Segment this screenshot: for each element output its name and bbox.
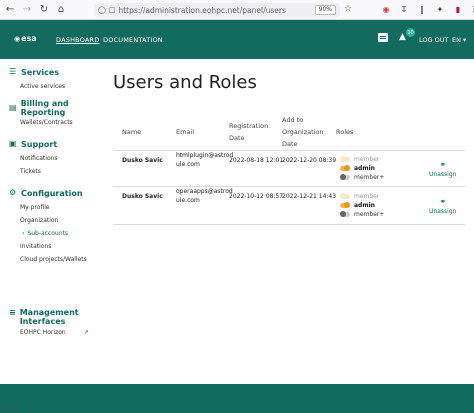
sidebar-heading: ⚙ Configuration xyxy=(9,188,83,198)
sidebar-section-billing: ▤ Billing and Reporting Wallets/Contracts xyxy=(6,99,103,129)
user-email: operaapps@astrod ule.com xyxy=(176,188,233,204)
col-header-name: Name xyxy=(122,128,142,136)
toggle-switch[interactable] xyxy=(340,193,350,199)
url-text: https://administration.eohpc.net/panel/u… xyxy=(118,5,286,15)
support-icon: ▣ xyxy=(9,139,17,148)
sidebar-item-notifications[interactable]: Notifications xyxy=(6,152,103,165)
pocket-icon[interactable]: ◉ xyxy=(380,3,392,15)
sidebar-section-support: ▣ Support Notifications Tickets xyxy=(6,136,103,178)
version-label: v 1.15.2 xyxy=(1,405,18,410)
app-header: ◉ esa DASHBOARD DOCUMENTATION ▲ 10 LOG O… xyxy=(0,20,474,59)
unassign-button[interactable]: ⚭ Unassign xyxy=(429,197,456,215)
divider xyxy=(113,224,465,225)
sidebar-item-cloud-projects[interactable]: Cloud projects/Wallets xyxy=(6,253,103,266)
reload-icon[interactable]: ↻ xyxy=(37,3,51,17)
sidebar-item-invitations[interactable]: Invitations xyxy=(6,240,103,253)
added-date: 2022-12-20 08:39 xyxy=(282,157,337,164)
shield-icon: ◯ xyxy=(98,6,106,14)
sidebar-item-my-profile[interactable]: My profile xyxy=(6,201,103,214)
unassign-button[interactable]: ⚭ Unassign xyxy=(429,160,456,178)
toolbar-right: ◉ ↧ ‖ ✦ ▮ ☰ xyxy=(380,3,474,15)
user-email: htmlplugin@astrod ule.com xyxy=(176,152,234,168)
role-toggle-member-plus[interactable]: member+ xyxy=(340,211,384,218)
toggle-switch[interactable] xyxy=(340,165,350,171)
sidebar-item-active-services[interactable]: Active services xyxy=(6,80,103,93)
sidebar-item-sub-accounts[interactable]: › Sub-accounts xyxy=(6,227,103,240)
divider xyxy=(113,150,465,151)
role-toggle-member-plus[interactable]: member+ xyxy=(340,174,384,181)
gear-icon: ⚙ xyxy=(9,188,17,197)
library-icon[interactable]: ‖ xyxy=(416,3,428,15)
role-toggle-member[interactable]: member xyxy=(340,156,379,163)
col-header-registration: Registration Date xyxy=(229,122,269,142)
esa-mark-icon: ◉ xyxy=(14,34,21,43)
sidebar-section-services: ☰ Services Active services xyxy=(6,64,103,93)
extensions-icon[interactable]: ✦ xyxy=(434,3,446,15)
unlink-icon: ⚭ xyxy=(439,160,447,169)
sidebar: ☰ Services Active services ▤ Billing and R… xyxy=(6,64,103,266)
role-toggle-admin[interactable]: admin xyxy=(340,202,375,209)
home-icon[interactable]: ⌂ xyxy=(54,3,68,17)
chevron-right-icon: › xyxy=(22,230,25,237)
sidebar-item-eohpc-horizon[interactable]: EOHPC Horizon ↗ xyxy=(6,326,103,339)
bookmark-star-icon[interactable]: ☆ xyxy=(344,4,352,14)
address-bar[interactable]: ◯ □ https://administration.eohpc.net/pan… xyxy=(94,3,340,17)
toggle-switch[interactable] xyxy=(340,202,350,208)
sidebar-heading: ☰ Services xyxy=(9,67,60,77)
sidebar-item-tickets[interactable]: Tickets xyxy=(6,165,103,178)
added-date: 2022-12-21 14:43 xyxy=(282,193,337,200)
chat-icon[interactable] xyxy=(378,33,388,42)
role-toggle-admin[interactable]: admin xyxy=(340,165,375,172)
download-icon[interactable]: ↧ xyxy=(398,3,410,15)
menu-icon[interactable]: ☰ xyxy=(470,3,474,15)
lock-icon: □ xyxy=(108,6,116,14)
footer xyxy=(0,384,474,413)
page-title: Users and Roles xyxy=(113,72,257,93)
toggle-switch[interactable] xyxy=(340,211,350,217)
language-select[interactable]: EN ▾ xyxy=(452,36,466,44)
sidebar-heading: ▤ Billing and Reporting xyxy=(9,99,69,117)
forward-icon[interactable]: → xyxy=(20,3,34,17)
user-name: Dusko Savic xyxy=(122,193,163,200)
registration-date: 2022-08-18 12:01 xyxy=(229,157,284,164)
chart-icon: ▤ xyxy=(9,103,17,112)
col-header-added: Add to Organization Date xyxy=(282,116,324,148)
sliders-icon: ≡ xyxy=(9,308,16,317)
sidebar-heading: ▣ Support xyxy=(9,139,58,149)
user-name: Dusko Savic xyxy=(122,157,163,164)
esa-logo[interactable]: ◉ esa xyxy=(14,34,37,43)
sidebar-item-organization[interactable]: Organization xyxy=(6,214,103,227)
sidebar-item-wallets-contracts[interactable]: Wallets/Contracts xyxy=(6,116,103,129)
services-icon: ☰ xyxy=(9,67,17,76)
sidebar-heading: ≡ Management Interfaces xyxy=(9,308,79,326)
sidebar-section-configuration: ⚙ Configuration My profile Organization ›… xyxy=(6,185,103,266)
col-header-email: Email xyxy=(176,128,195,136)
unlink-icon: ⚭ xyxy=(439,197,447,206)
sidebar-management: ≡ Management Interfaces EOHPC Horizon ↗ xyxy=(6,306,103,339)
logout-button[interactable]: LOG OUT xyxy=(419,36,448,44)
back-icon[interactable]: ← xyxy=(3,3,17,17)
nav-dashboard[interactable]: DASHBOARD xyxy=(56,36,99,44)
col-header-roles: Roles xyxy=(336,128,354,136)
toggle-switch[interactable] xyxy=(340,174,350,180)
nav-documentation[interactable]: DOCUMENTATION xyxy=(103,36,163,44)
toggle-switch[interactable] xyxy=(340,156,350,162)
bell-icon[interactable]: ▲ xyxy=(399,32,406,42)
role-toggle-member[interactable]: member xyxy=(340,193,379,200)
external-link-icon: ↗ xyxy=(83,329,89,336)
registration-date: 2022-10-12 08:57 xyxy=(229,193,284,200)
zoom-badge[interactable]: 90% xyxy=(314,5,336,15)
notification-badge: 10 xyxy=(406,28,415,37)
divider xyxy=(113,186,465,187)
shield-red-icon[interactable]: ▮ xyxy=(452,3,464,15)
